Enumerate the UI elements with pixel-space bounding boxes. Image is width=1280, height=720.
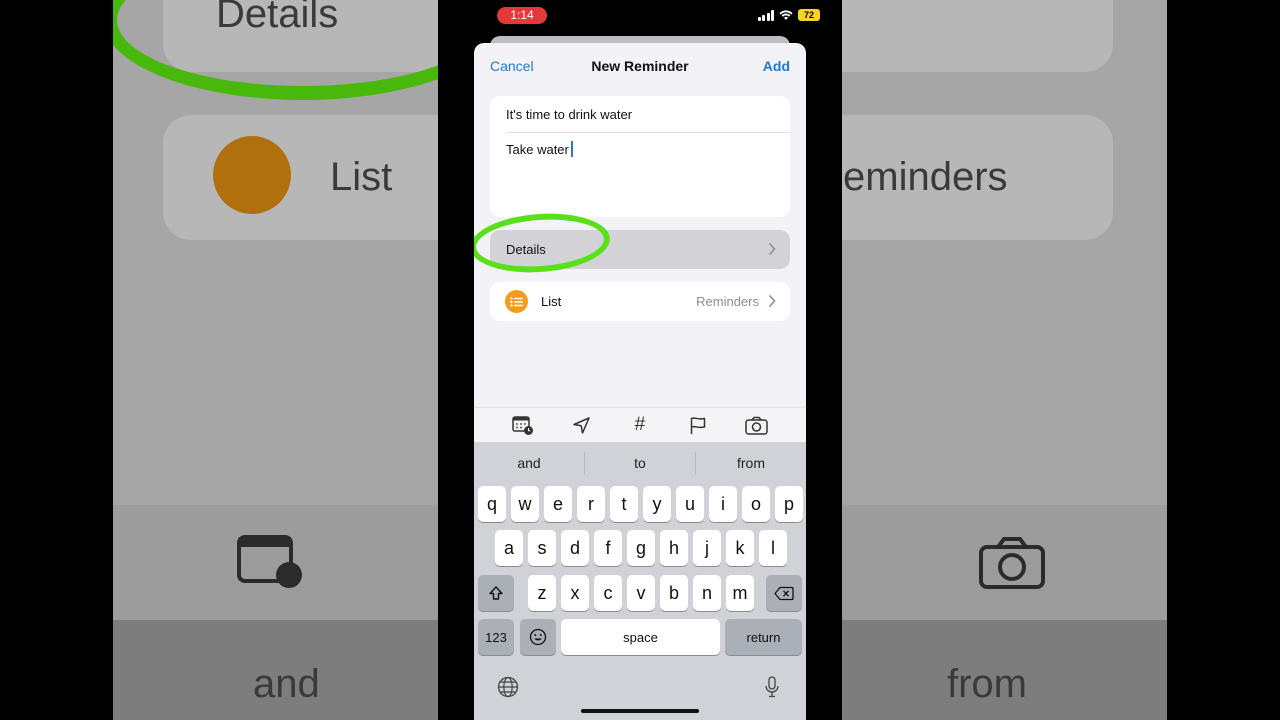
new-reminder-sheet: Cancel New Reminder Add Take water Detai… <box>474 43 806 720</box>
cellular-signal-icon <box>757 9 774 21</box>
keyboard: and to from q w e r t y u i o p a s d f … <box>474 442 806 720</box>
key-h[interactable]: h <box>660 530 688 566</box>
calendar-clock-icon[interactable] <box>510 412 536 438</box>
input-divider <box>506 132 790 133</box>
list-value: Reminders <box>696 294 759 309</box>
flag-icon[interactable] <box>685 412 711 438</box>
key-g[interactable]: g <box>627 530 655 566</box>
key-l[interactable]: l <box>759 530 787 566</box>
microphone-icon[interactable] <box>761 676 783 698</box>
key-f[interactable]: f <box>594 530 622 566</box>
key-u[interactable]: u <box>676 486 704 522</box>
key-x[interactable]: x <box>561 575 589 611</box>
globe-icon[interactable] <box>497 676 519 698</box>
home-indicator <box>581 709 699 713</box>
background-suggestion-left: and <box>253 662 320 706</box>
key-t[interactable]: t <box>610 486 638 522</box>
status-time: 1:14 <box>497 7 547 24</box>
hashtag-icon[interactable]: # <box>627 412 653 438</box>
key-n[interactable]: n <box>693 575 721 611</box>
delete-key[interactable] <box>766 575 802 611</box>
notes-field[interactable]: Take water <box>506 141 573 157</box>
background-calendar-icon <box>237 535 302 588</box>
key-k[interactable]: k <box>726 530 754 566</box>
key-b[interactable]: b <box>660 575 688 611</box>
status-icons: 72 <box>757 9 820 21</box>
screen: Details List eminders and from 1:14 72 C… <box>0 0 1280 720</box>
key-w[interactable]: w <box>511 486 539 522</box>
key-p[interactable]: p <box>775 486 803 522</box>
emoji-key[interactable] <box>520 619 556 655</box>
key-q[interactable]: q <box>478 486 506 522</box>
list-row[interactable]: List Reminders <box>490 282 790 321</box>
location-arrow-icon[interactable] <box>569 412 595 438</box>
key-v[interactable]: v <box>627 575 655 611</box>
emoji-face-icon <box>529 628 547 646</box>
return-key[interactable]: return <box>725 619 802 655</box>
suggestion-and[interactable]: and <box>474 455 584 471</box>
background-list-label: List <box>330 155 393 199</box>
key-m[interactable]: m <box>726 575 754 611</box>
add-button[interactable]: Add <box>763 58 790 74</box>
navigation-bar: Cancel New Reminder Add <box>474 43 806 89</box>
suggestion-to[interactable]: to <box>585 455 695 471</box>
chevron-right-icon <box>768 242 776 256</box>
key-r[interactable]: r <box>577 486 605 522</box>
background-list-icon <box>213 136 291 214</box>
reminder-input-card: Take water <box>490 96 790 217</box>
shift-key[interactable] <box>478 575 514 611</box>
list-label: List <box>541 294 562 309</box>
key-j[interactable]: j <box>693 530 721 566</box>
chevron-right-icon <box>768 294 776 308</box>
key-i[interactable]: i <box>709 486 737 522</box>
details-row[interactable]: Details <box>490 230 790 269</box>
details-label: Details <box>506 242 546 257</box>
title-input[interactable] <box>506 96 790 132</box>
background-suggestion-right: from <box>947 662 1027 706</box>
key-d[interactable]: d <box>561 530 589 566</box>
key-o[interactable]: o <box>742 486 770 522</box>
status-bar: 1:14 72 <box>438 0 842 34</box>
camera-icon[interactable] <box>744 412 770 438</box>
key-s[interactable]: s <box>528 530 556 566</box>
battery-level: 72 <box>798 9 820 21</box>
phone-screen: 1:14 72 Cancel New Reminder Add It's tim… <box>438 0 842 720</box>
key-y[interactable]: y <box>643 486 671 522</box>
reminder-toolbar: # <box>474 407 806 442</box>
key-c[interactable]: c <box>594 575 622 611</box>
suggestion-bar: and to from <box>474 442 806 484</box>
suggestion-from[interactable]: from <box>696 455 806 471</box>
background-camera-icon <box>979 537 1045 589</box>
shift-arrow-icon <box>489 586 503 600</box>
backspace-icon <box>774 586 794 600</box>
notes-text: Take water <box>506 142 569 157</box>
page-title: New Reminder <box>591 58 689 74</box>
list-bullet-icon <box>505 290 528 313</box>
text-cursor <box>570 141 573 157</box>
background-list-value: eminders <box>843 155 1008 199</box>
key-a[interactable]: a <box>495 530 523 566</box>
numbers-key[interactable]: 123 <box>478 619 514 655</box>
space-key[interactable]: space <box>561 619 720 655</box>
key-e[interactable]: e <box>544 486 572 522</box>
key-z[interactable]: z <box>528 575 556 611</box>
wifi-icon <box>779 9 793 20</box>
